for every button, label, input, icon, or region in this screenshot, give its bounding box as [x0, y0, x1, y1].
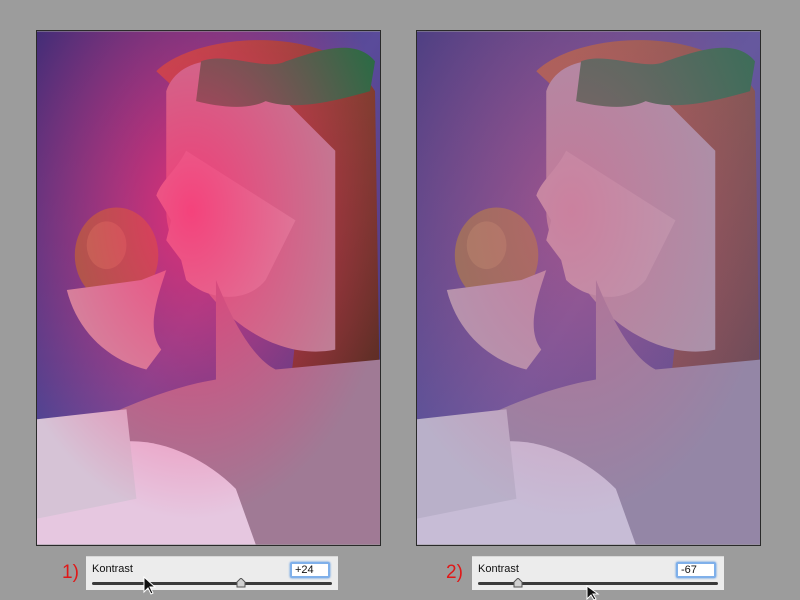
step-number-2: 2): [446, 562, 463, 583]
contrast-label: Kontrast: [92, 563, 133, 575]
contrast-value-field[interactable]: +24: [290, 562, 330, 578]
contrast-slider-track[interactable]: [92, 582, 332, 585]
contrast-label: Kontrast: [478, 563, 519, 575]
portrait-image-2: [417, 31, 760, 545]
photo-preview-1: [36, 30, 381, 546]
pointer-cursor-icon: [586, 585, 600, 600]
step-number-1: 1): [62, 562, 79, 583]
contrast-slider-panel-1: Kontrast +24: [86, 556, 338, 590]
pointer-cursor-icon: [143, 575, 157, 596]
photo-preview-2: [416, 30, 761, 546]
slider-thumb-icon[interactable]: [513, 578, 523, 588]
portrait-image-1: [37, 31, 380, 545]
slider-thumb-icon[interactable]: [236, 578, 246, 588]
contrast-value-field[interactable]: -67: [676, 562, 716, 578]
